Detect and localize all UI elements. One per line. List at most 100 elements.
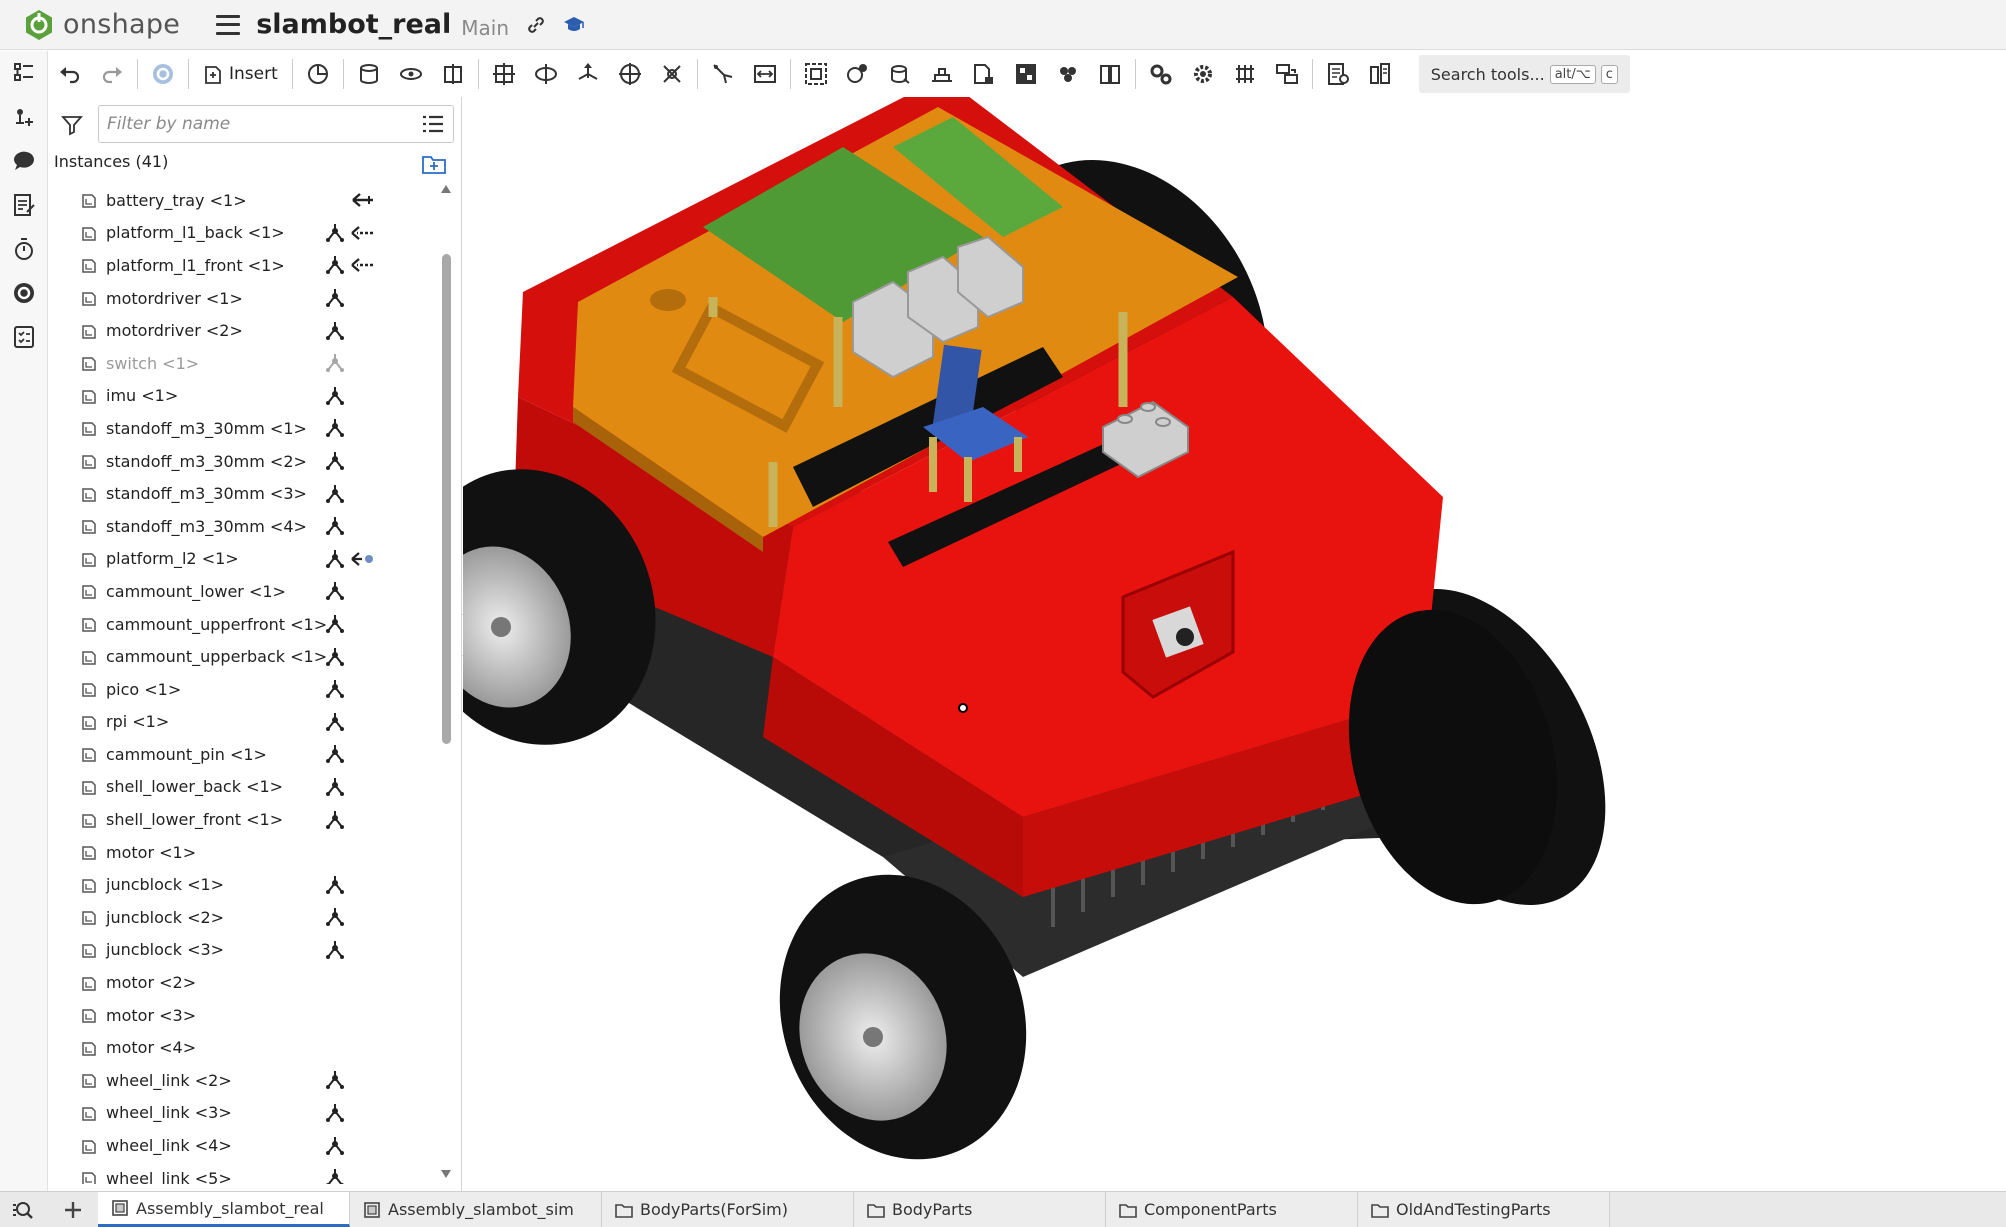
mate-connector-button[interactable] [297,53,339,95]
redo-button[interactable] [91,53,133,95]
bom-button[interactable] [1317,53,1359,95]
instance-row[interactable]: wheel_link <3> [49,1097,434,1130]
instance-row[interactable]: standoff_m3_30mm <4> [49,510,434,543]
branch-name[interactable]: Main [461,16,509,40]
instance-row[interactable]: cammount_upperback <1> [49,640,434,673]
instance-row[interactable]: shell_lower_front <1> [49,803,434,836]
instance-row[interactable]: wheel_link <5> [49,1162,434,1184]
rack-pinion-button[interactable] [879,53,921,95]
document-tab[interactable]: Assembly_slambot_sim [350,1192,602,1227]
instance-row[interactable]: juncblock <1> [49,868,434,901]
instance-row[interactable]: juncblock <2> [49,901,434,934]
revolute-mate-button[interactable] [525,53,567,95]
instance-row[interactable]: platform_l1_front <1> [49,249,434,282]
insert-button[interactable]: Insert [193,53,288,95]
linear-relation-button[interactable] [963,53,1005,95]
document-title[interactable]: slambot_real [256,9,451,40]
instance-row[interactable]: standoff_m3_30mm <2> [49,445,434,478]
document-tab[interactable]: BodyParts(ForSim) [602,1192,854,1227]
instance-row[interactable]: motor <2> [49,966,434,999]
list-view-icon[interactable] [421,113,445,135]
release-button[interactable] [0,183,48,227]
3d-viewport[interactable] [463,97,2006,1191]
undo-button[interactable] [49,53,91,95]
instance-row[interactable]: motordriver <1> [49,282,434,315]
document-tab[interactable]: BodyParts [854,1192,1106,1227]
group-button[interactable] [795,53,837,95]
education-cap-icon[interactable] [563,14,585,36]
scroll-up-icon[interactable] [440,184,452,194]
hamburger-menu-icon[interactable] [216,14,241,35]
planar-mate-button[interactable] [609,53,651,95]
instance-row[interactable]: standoff_m3_30mm <1> [49,412,434,445]
instance-row[interactable]: platform_l2 <1> [49,543,434,576]
properties-button[interactable] [1359,53,1401,95]
instance-row[interactable]: standoff_m3_30mm <3> [49,477,434,510]
mechanical-drawing-button[interactable] [1089,53,1131,95]
instance-row[interactable]: cammount_upperfront <1> [49,608,434,641]
new-folder-icon[interactable] [421,153,447,175]
document-tab[interactable]: OldAndTestingParts [1358,1192,1610,1227]
instance-row[interactable]: motordriver <2> [49,314,434,347]
pattern-button[interactable] [390,53,432,95]
instances-scrollbar[interactable] [435,184,457,1184]
slider-mate-button[interactable] [567,53,609,95]
instance-row[interactable]: cammount_lower <1> [49,575,434,608]
screw-relation-button[interactable] [921,53,963,95]
app-store-button[interactable] [0,271,48,315]
simulation-button[interactable] [1047,53,1089,95]
document-tab[interactable]: ComponentParts [1106,1192,1358,1227]
instance-row[interactable]: motor <1> [49,836,434,869]
replicate-button[interactable] [348,53,390,95]
mirror-button[interactable] [432,53,474,95]
mate-status-icon [326,321,344,340]
instance-row[interactable]: motor <3> [49,999,434,1032]
onshape-logo-icon [26,9,52,40]
gear-relation-button[interactable] [837,53,879,95]
instance-row[interactable]: rpi <1> [49,706,434,739]
instance-row[interactable]: battery_tray <1> [49,184,434,217]
search-tools-box[interactable]: Search tools... alt/⌥ c [1418,55,1630,93]
instance-name: cammount_lower <1> [106,581,286,601]
cylindrical-mate-button[interactable] [651,53,693,95]
motion-settings-button[interactable] [1140,53,1182,95]
instance-row[interactable]: wheel_link <2> [49,1064,434,1097]
configurations-button[interactable] [142,53,184,95]
instance-row[interactable]: shell_lower_back <1> [49,771,434,804]
width-mate-button[interactable] [744,53,786,95]
instance-row[interactable]: switch <1> [49,347,434,380]
comments-button[interactable] [0,139,48,183]
fastened-mate-button[interactable] [483,53,525,95]
assembly-icon [364,1201,380,1218]
tab-search-button[interactable] [0,1192,48,1227]
instance-name: imu <1> [106,386,179,406]
toolbar-separator [137,59,138,89]
scroll-thumb[interactable] [442,254,451,744]
instance-row[interactable]: platform_l1_back <1> [49,217,434,250]
filter-input[interactable] [98,105,454,143]
history-button[interactable] [0,227,48,271]
robot-assembly-model[interactable] [463,97,2006,1191]
replace-button[interactable] [1266,53,1308,95]
instance-row[interactable]: pico <1> [49,673,434,706]
link-icon[interactable] [525,14,547,36]
instance-row[interactable]: wheel_link <4> [49,1129,434,1162]
instance-row[interactable]: imu <1> [49,380,434,413]
onshape-logo[interactable]: onshape [22,8,180,42]
gear-settings-button[interactable] [1182,53,1224,95]
add-tab-button[interactable] [48,1192,98,1227]
frames-button[interactable] [1224,53,1266,95]
tangent-mate-button[interactable] [702,53,744,95]
scroll-down-icon[interactable] [440,1169,452,1179]
instance-row[interactable]: motor <4> [49,1031,434,1064]
mate-features-button[interactable] [0,95,48,139]
instance-row[interactable]: cammount_pin <1> [49,738,434,771]
mate-status-icon [326,810,344,829]
instance-row[interactable]: juncblock <3> [49,934,434,967]
feature-list-button[interactable] [0,51,48,95]
tasks-button[interactable] [0,315,48,359]
document-tab[interactable]: Assembly_slambot_real [98,1192,350,1227]
filter-icon[interactable] [60,113,84,137]
arrow-left-icon [352,193,373,208]
explode-button[interactable] [1005,53,1047,95]
